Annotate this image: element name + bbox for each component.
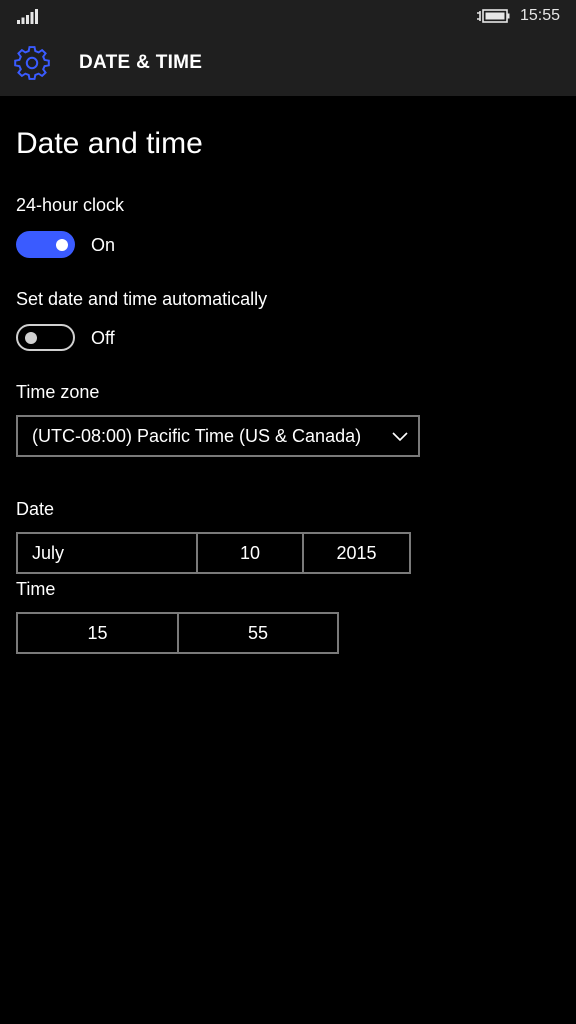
- time-picker[interactable]: 15 55: [16, 612, 339, 654]
- time-minute-field[interactable]: 55: [179, 614, 337, 652]
- auto-time-state: Off: [91, 328, 115, 348]
- clock-24h-state: On: [91, 235, 116, 255]
- page-header-title: DATE & TIME: [79, 52, 203, 73]
- clock-24h-toggle[interactable]: [16, 231, 75, 258]
- date-year-field[interactable]: 2015: [304, 534, 409, 572]
- battery-charging-icon: [477, 9, 510, 23]
- date-day-field[interactable]: 10: [198, 534, 304, 572]
- page-title: Date and time: [16, 127, 203, 160]
- toggle-knob: [25, 331, 37, 344]
- date-picker[interactable]: July 10 2015: [16, 532, 411, 574]
- date-month-field[interactable]: July: [18, 534, 198, 572]
- auto-time-toggle[interactable]: [16, 324, 75, 351]
- timezone-label: Time zone: [16, 382, 100, 402]
- toggle-knob: [56, 238, 68, 251]
- status-time: 15:55: [520, 7, 561, 24]
- app-header: DATE & TIME: [0, 34, 576, 96]
- gear-icon: [14, 46, 50, 80]
- timezone-dropdown[interactable]: (UTC-08:00) Pacific Time (US & Canada): [16, 415, 420, 457]
- time-hour-field[interactable]: 15: [18, 614, 179, 652]
- chevron-down-icon: [392, 432, 408, 442]
- auto-time-label: Set date and time automatically: [16, 289, 268, 309]
- status-bar: 15:55: [0, 0, 576, 34]
- timezone-value: (UTC-08:00) Pacific Time (US & Canada): [32, 426, 362, 446]
- time-label: Time: [16, 579, 56, 599]
- clock-24h-label: 24-hour clock: [16, 195, 125, 215]
- signal-strength-icon: [17, 9, 38, 24]
- date-label: Date: [16, 499, 55, 519]
